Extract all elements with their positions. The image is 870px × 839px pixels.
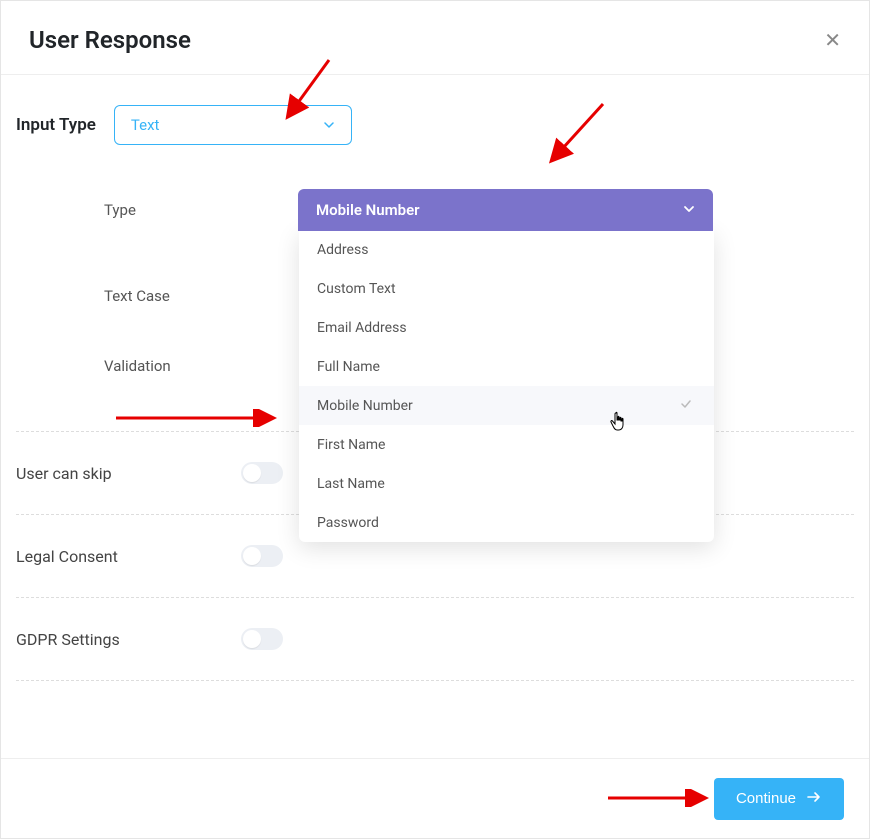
gdpr-settings-label: GDPR Settings [16,630,241,649]
type-label: Type [104,201,298,219]
legal-consent-label: Legal Consent [16,547,241,566]
dropdown-option-label: Full Name [317,359,380,375]
continue-label: Continue [736,790,796,807]
close-button[interactable]: ✕ [824,30,841,50]
dropdown-option-label: Last Name [317,476,385,492]
validation-label: Validation [104,357,298,375]
dropdown-option-label: First Name [317,437,385,453]
type-select[interactable]: Mobile Number [298,189,713,231]
dropdown-option-address[interactable]: Address [299,230,714,269]
check-icon [680,398,692,414]
user-can-skip-toggle[interactable] [241,462,283,484]
page-title: User Response [29,26,191,54]
legal-consent-toggle[interactable] [241,545,283,567]
user-can-skip-label: User can skip [16,464,241,483]
annotation-arrow-icon [111,409,281,427]
dropdown-option-label: Password [317,515,379,531]
dropdown-option-label: Custom Text [317,281,396,297]
continue-button[interactable]: Continue [714,778,844,820]
type-dropdown-list: Address Custom Text Email Address Full N… [299,230,714,542]
input-type-value: Text [131,116,160,134]
dropdown-option-full-name[interactable]: Full Name [299,347,714,386]
dropdown-option-label: Email Address [317,320,407,336]
chevron-down-icon [683,201,695,219]
type-value: Mobile Number [316,201,420,219]
dropdown-option-label: Mobile Number [317,398,413,414]
gdpr-settings-toggle[interactable] [241,628,283,650]
input-type-select[interactable]: Text [114,105,352,145]
close-icon: ✕ [824,28,841,52]
chevron-down-icon [323,119,335,131]
dropdown-option-mobile-number[interactable]: Mobile Number [299,386,714,425]
dropdown-option-password[interactable]: Password [299,503,714,542]
input-type-label: Input Type [16,115,96,135]
text-case-label: Text Case [104,287,298,305]
arrow-right-icon [806,789,822,809]
dropdown-option-label: Address [317,242,368,258]
dropdown-option-first-name[interactable]: First Name [299,425,714,464]
dropdown-option-email-address[interactable]: Email Address [299,308,714,347]
dropdown-option-custom-text[interactable]: Custom Text [299,269,714,308]
dropdown-option-last-name[interactable]: Last Name [299,464,714,503]
